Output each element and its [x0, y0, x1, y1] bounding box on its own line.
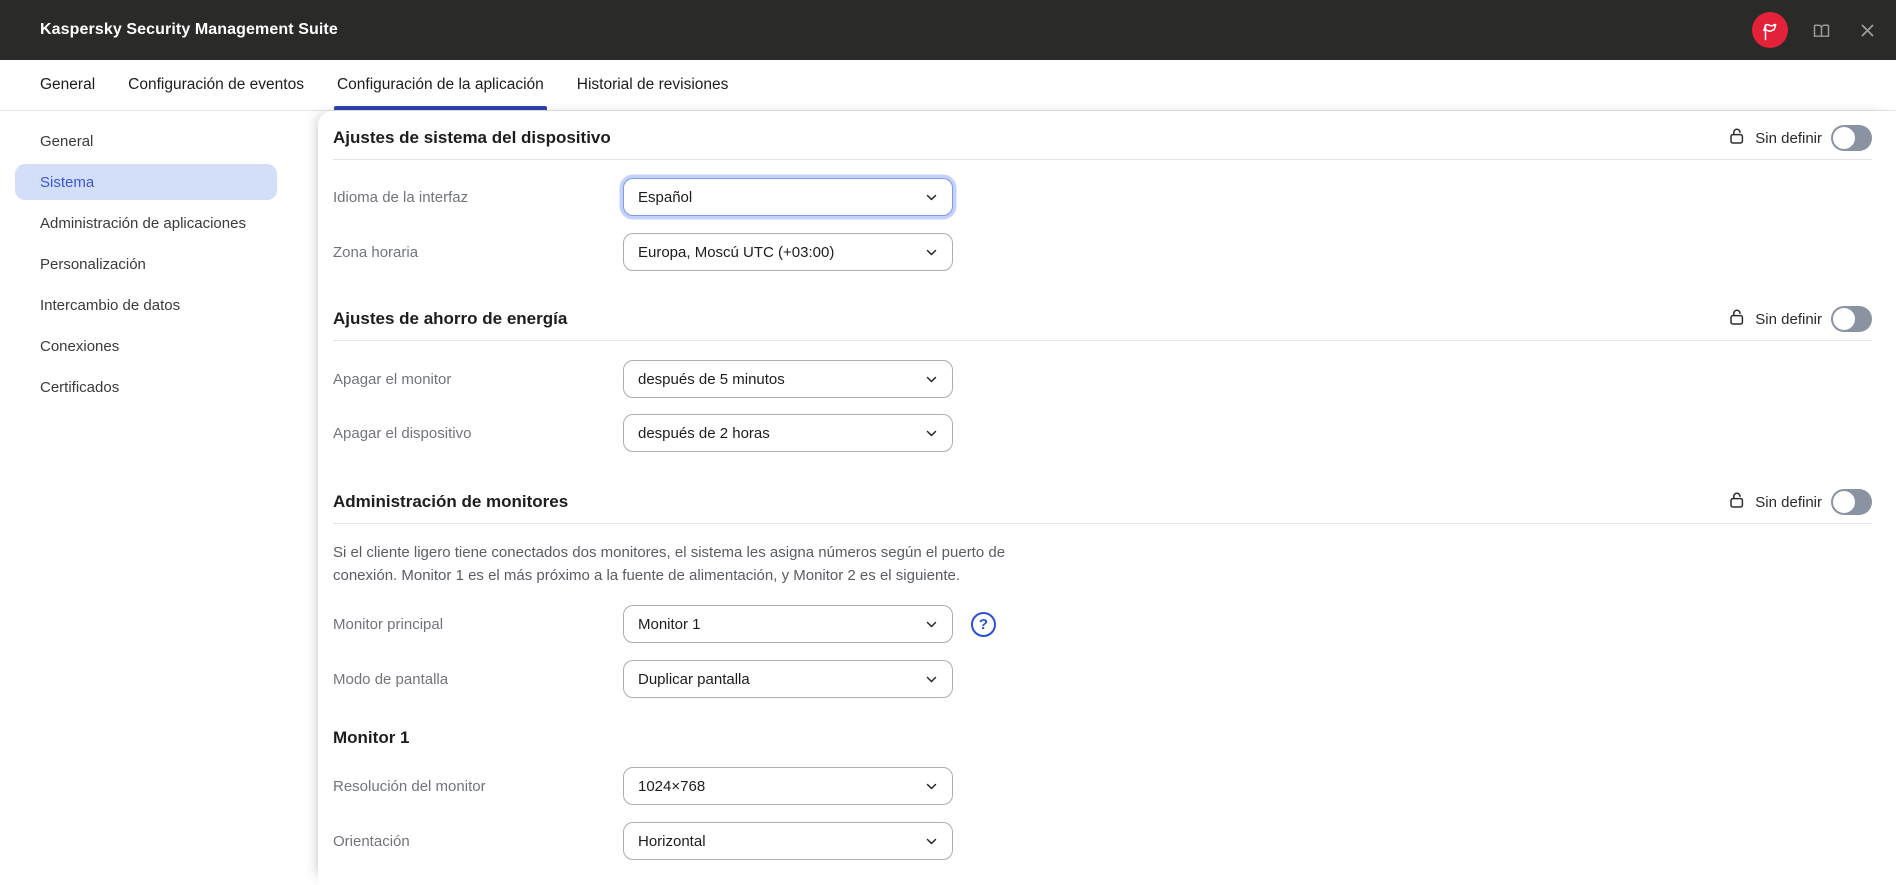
unlock-icon	[1728, 127, 1746, 150]
chevron-down-icon	[924, 426, 939, 446]
kaspersky-flag-logo-icon[interactable]	[1752, 12, 1788, 48]
title-bar-actions	[1752, 12, 1880, 48]
help-book-icon[interactable]	[1808, 17, 1834, 43]
undefined-control: Sin definir	[1728, 489, 1872, 515]
sidebar-item-administracion-de-aplicaciones[interactable]: Administración de aplicaciones	[15, 205, 277, 241]
time-zone-select[interactable]: Europa, Moscú UTC (+03:00)	[623, 233, 953, 271]
undefined-toggle[interactable]	[1831, 489, 1872, 515]
section-energy-saving: Ajustes de ahorro de energía Sin definir	[333, 306, 1872, 452]
undefined-toggle[interactable]	[1831, 125, 1872, 151]
close-icon[interactable]	[1854, 17, 1880, 43]
sidebar-item-general[interactable]: General	[15, 123, 277, 159]
section-divider	[333, 523, 1872, 524]
sidebar-item-intercambio-de-datos[interactable]: Intercambio de datos	[15, 287, 277, 323]
window-title: Kaspersky Security Management Suite	[40, 21, 338, 38]
settings-sidebar: General Sistema Administración de aplica…	[0, 111, 318, 885]
tab-bar: General Configuración de eventos Configu…	[0, 60, 1896, 111]
chevron-down-icon	[924, 617, 939, 637]
orientation-select[interactable]: Horizontal	[623, 822, 953, 860]
main-monitor-select[interactable]: Monitor 1	[623, 605, 953, 643]
setting-row: Modo de pantalla Duplicar pantalla	[333, 660, 1872, 698]
section-title: Ajustes de ahorro de energía	[333, 309, 568, 328]
chevron-down-icon	[924, 779, 939, 799]
chevron-down-icon	[924, 190, 939, 210]
setting-label: Resolución del monitor	[333, 777, 486, 795]
undefined-label: Sin definir	[1755, 310, 1822, 328]
undefined-control: Sin definir	[1728, 306, 1872, 332]
monitor-resolution-select[interactable]: 1024×768	[623, 767, 953, 805]
device-off-select[interactable]: después de 2 horas	[623, 414, 953, 452]
setting-label: Apagar el dispositivo	[333, 424, 472, 442]
chevron-down-icon	[924, 372, 939, 392]
section-monitor-1: Monitor 1 Resolución del monitor 1024×76…	[333, 726, 1872, 860]
setting-row: Apagar el dispositivo después de 2 horas	[333, 414, 1872, 452]
interface-language-select[interactable]: Español	[623, 178, 953, 216]
setting-label: Apagar el monitor	[333, 370, 452, 388]
section-device-system-settings: Ajustes de sistema del dispositivo Sin d…	[333, 125, 1872, 271]
screen-mode-select[interactable]: Duplicar pantalla	[623, 660, 953, 698]
section-monitor-management: Administración de monitores Sin definir	[333, 489, 1872, 698]
toggle-knob	[1833, 127, 1855, 149]
setting-label: Orientación	[333, 832, 410, 850]
setting-row: Zona horaria Europa, Moscú UTC (+03:00)	[333, 233, 1872, 271]
section-divider	[333, 340, 1872, 341]
sidebar-item-sistema[interactable]: Sistema	[15, 164, 277, 200]
settings-content: Ajustes de sistema del dispositivo Sin d…	[318, 111, 1896, 885]
title-bar: Kaspersky Security Management Suite	[0, 0, 1896, 60]
toggle-knob	[1833, 308, 1855, 330]
monitor-management-description: Si el cliente ligero tiene conectados do…	[333, 544, 1006, 584]
body: General Sistema Administración de aplica…	[0, 111, 1896, 885]
setting-row: Orientación Horizontal	[333, 822, 1872, 860]
chevron-down-icon	[924, 672, 939, 692]
undefined-label: Sin definir	[1755, 493, 1822, 511]
sidebar-item-certificados[interactable]: Certificados	[15, 369, 277, 405]
sidebar-item-personalizacion[interactable]: Personalización	[15, 246, 277, 282]
undefined-control: Sin definir	[1728, 125, 1872, 151]
unlock-icon	[1728, 491, 1746, 514]
section-title: Monitor 1	[333, 728, 410, 747]
toggle-knob	[1833, 491, 1855, 513]
setting-label: Modo de pantalla	[333, 670, 449, 688]
section-divider	[333, 159, 1872, 160]
section-title: Ajustes de sistema del dispositivo	[333, 128, 611, 147]
monitor-off-select[interactable]: después de 5 minutos	[623, 360, 953, 398]
unlock-icon	[1728, 308, 1746, 331]
setting-row: Resolución del monitor 1024×768	[333, 767, 1872, 805]
help-question-icon[interactable]	[971, 611, 996, 637]
undefined-toggle[interactable]	[1831, 306, 1872, 332]
setting-label: Idioma de la interfaz	[333, 188, 469, 206]
sidebar-item-conexiones[interactable]: Conexiones	[15, 328, 277, 364]
app-window: Kaspersky Security Management Suite Gene…	[0, 0, 1896, 885]
setting-label: Zona horaria	[333, 243, 419, 261]
tab-configuracion-de-la-aplicacion[interactable]: Configuración de la aplicación	[333, 60, 547, 110]
tab-configuracion-de-eventos[interactable]: Configuración de eventos	[128, 60, 304, 110]
tab-historial-de-revisiones[interactable]: Historial de revisiones	[577, 60, 729, 110]
section-title: Administración de monitores	[333, 492, 569, 511]
setting-row: Apagar el monitor después de 5 minutos	[333, 360, 1872, 398]
setting-row: Idioma de la interfaz Español	[333, 178, 1872, 216]
chevron-down-icon	[924, 245, 939, 265]
chevron-down-icon	[924, 834, 939, 854]
setting-label: Monitor principal	[333, 615, 444, 633]
setting-row: Monitor principal Monitor 1	[333, 605, 1872, 643]
tab-general[interactable]: General	[40, 60, 95, 110]
undefined-label: Sin definir	[1755, 129, 1822, 147]
